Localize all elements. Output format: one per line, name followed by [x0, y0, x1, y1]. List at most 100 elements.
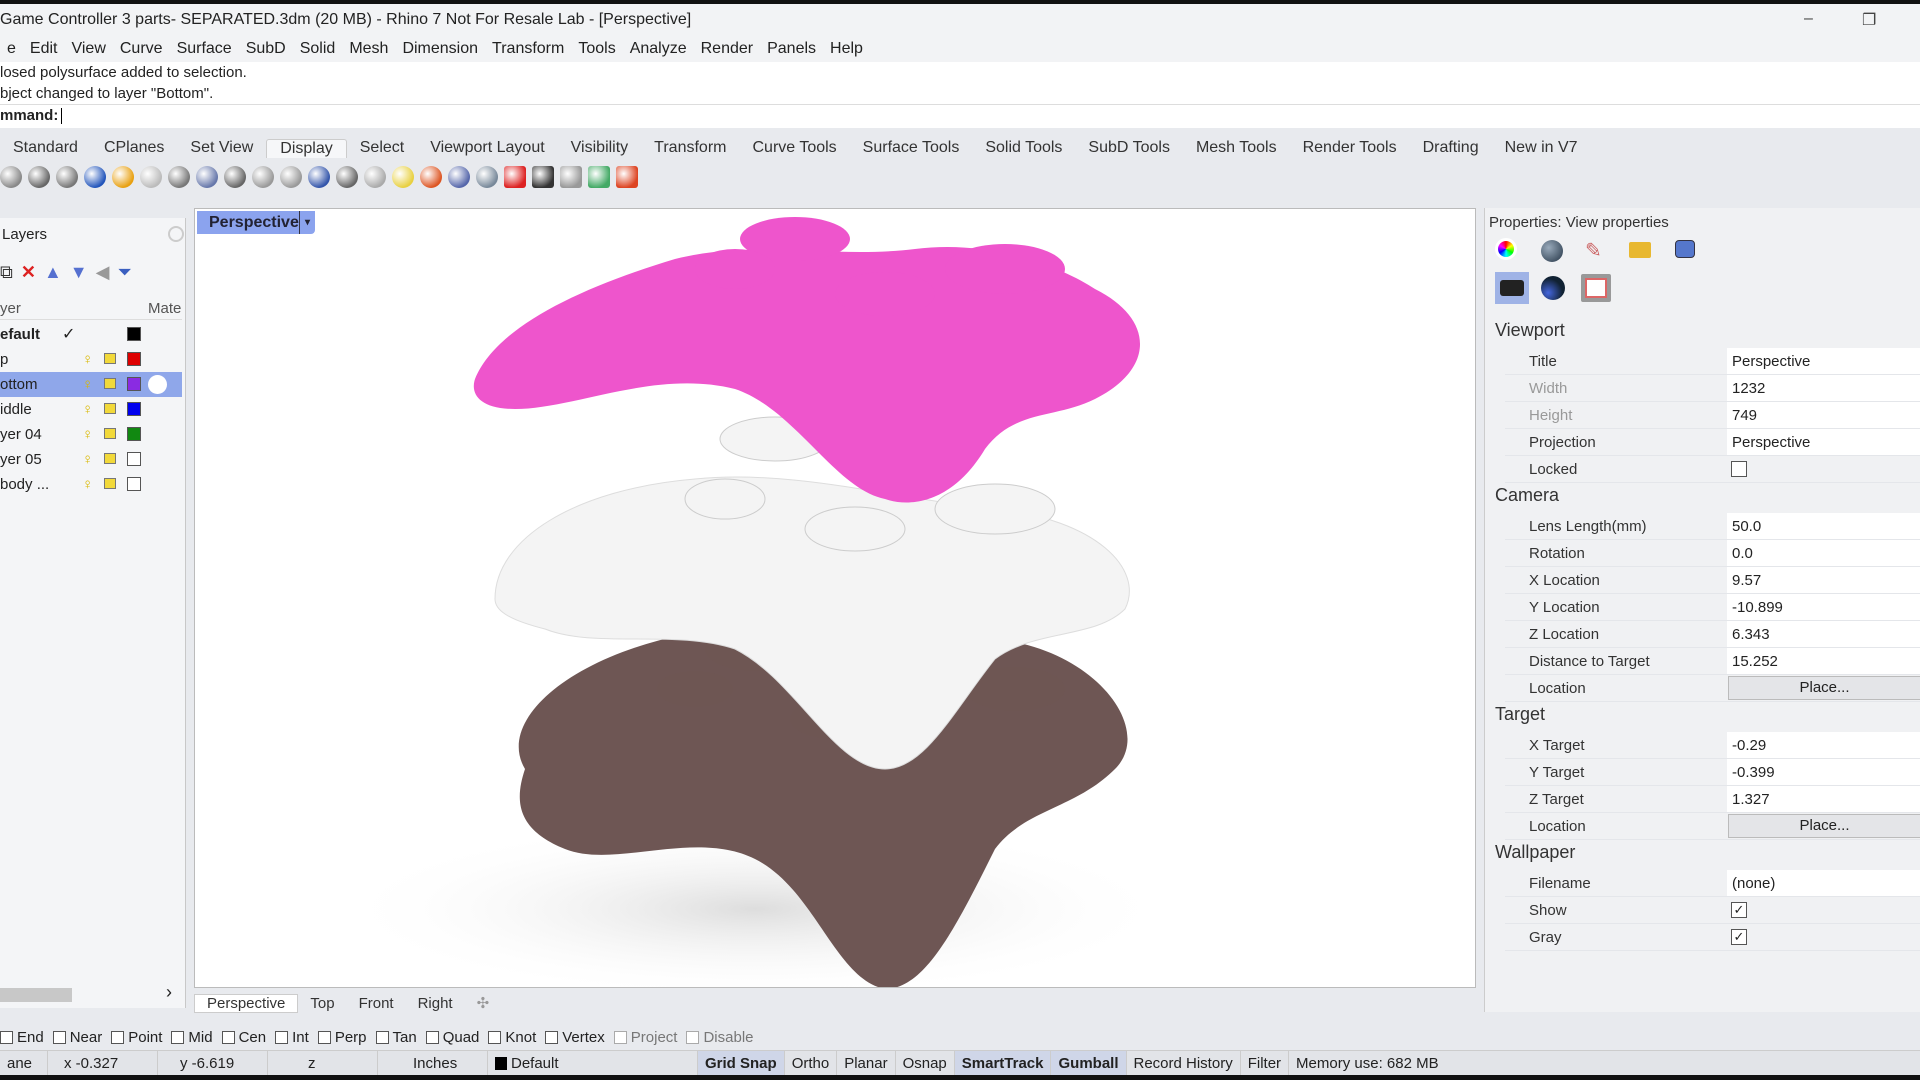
camera-icon[interactable]	[476, 166, 498, 188]
osnap-quad[interactable]: Quad	[425, 1029, 479, 1046]
mouse-icon[interactable]	[224, 166, 246, 188]
lightbulb-icon[interactable]: ♀	[82, 422, 93, 447]
material-swatch[interactable]	[148, 375, 167, 394]
toolbar-tab[interactable]: New in V7	[1492, 139, 1591, 157]
checkbox[interactable]	[0, 1030, 13, 1044]
checkbox[interactable]	[52, 1030, 66, 1044]
viewport-dropdown-icon[interactable]: ▾	[299, 211, 315, 234]
layer-color-swatch[interactable]	[127, 427, 141, 441]
lightbulb-icon[interactable]: ♀	[82, 347, 93, 372]
menu-item[interactable]: Help	[823, 40, 870, 58]
wallpaper-icon[interactable]	[1581, 274, 1611, 302]
color-grid-icon[interactable]	[616, 166, 638, 188]
sphere-icon[interactable]	[364, 166, 386, 188]
material-column-header[interactable]: Mate	[148, 300, 181, 317]
property-value[interactable]: 15.252	[1727, 648, 1920, 674]
object-snap-icon[interactable]	[1541, 276, 1565, 300]
toggle-osnap[interactable]: Osnap	[896, 1050, 955, 1076]
toolbar-tab[interactable]: Visibility	[558, 139, 642, 157]
menu-item[interactable]: Render	[694, 40, 760, 58]
menu-item[interactable]: Panels	[760, 40, 823, 58]
minimize-button[interactable]: –	[1804, 10, 1813, 28]
objects-icon[interactable]	[588, 166, 610, 188]
layer-color-swatch[interactable]	[127, 377, 141, 391]
checkbox[interactable]	[425, 1030, 439, 1044]
property-value[interactable]: (none)	[1727, 870, 1920, 896]
gear-icon[interactable]	[168, 226, 184, 242]
bulb-icon[interactable]	[392, 166, 414, 188]
property-value[interactable]: 1.327	[1727, 786, 1920, 812]
lock-icon[interactable]	[104, 428, 116, 439]
layer-color-swatch[interactable]	[127, 452, 141, 466]
top-controller[interactable]	[473, 217, 1140, 503]
property-value[interactable]: Perspective	[1727, 348, 1920, 374]
cplane-label[interactable]: ane	[0, 1050, 48, 1076]
layer-column-header[interactable]: yer	[0, 300, 21, 317]
lightbulb-icon[interactable]: ♀	[82, 472, 93, 497]
toolbar-tab[interactable]: Solid Tools	[972, 139, 1075, 157]
osnap-point[interactable]: Point	[111, 1029, 162, 1046]
osnap-disable[interactable]: Disable	[686, 1029, 754, 1046]
command-line[interactable]: mmand:	[0, 104, 1920, 128]
osnap-cen[interactable]: Cen	[221, 1029, 266, 1046]
menu-item[interactable]: Curve	[113, 40, 170, 58]
toolbar-tab[interactable]: Display	[266, 138, 347, 158]
osnap-perp[interactable]: Perp	[317, 1029, 367, 1046]
gray-checkbox[interactable]: ✓	[1731, 929, 1747, 945]
menu-item[interactable]: SubD	[239, 40, 293, 58]
locked-checkbox[interactable]	[1731, 461, 1747, 477]
checkbox[interactable]	[317, 1030, 331, 1044]
layers-tab[interactable]: Layers	[2, 226, 47, 243]
toggle-smarttrack[interactable]: SmartTrack	[954, 1050, 1052, 1076]
arctic-icon[interactable]	[112, 166, 134, 188]
toolbar-tab[interactable]: Standard	[0, 139, 91, 157]
osnap-int[interactable]: Int	[275, 1029, 309, 1046]
camera-icon[interactable]	[1495, 272, 1529, 304]
menu-item[interactable]: Analyze	[623, 40, 694, 58]
sun-icon[interactable]	[336, 166, 358, 188]
menu-item[interactable]: Mesh	[342, 40, 395, 58]
property-value[interactable]: -0.399	[1727, 759, 1920, 785]
menu-item[interactable]: Transform	[485, 40, 571, 58]
checkbox[interactable]	[221, 1030, 235, 1044]
osnap-project[interactable]: Project	[613, 1029, 677, 1046]
shaded-icon[interactable]	[0, 166, 22, 188]
ghosted-icon[interactable]	[28, 166, 50, 188]
toggle-ortho[interactable]: Ortho	[785, 1050, 838, 1076]
xray-icon[interactable]	[56, 166, 78, 188]
color-wheel-icon[interactable]	[1495, 238, 1517, 260]
layer-row[interactable]: efault ✓	[0, 322, 182, 347]
osnap-knot[interactable]: Knot	[488, 1029, 536, 1046]
current-layer[interactable]: Default	[488, 1050, 698, 1076]
toggle-grid-snap[interactable]: Grid Snap	[698, 1050, 785, 1076]
viewport-tab-right[interactable]: Right	[406, 995, 465, 1012]
layer-row[interactable]: ottom ♀	[0, 372, 182, 397]
toolbar-tab[interactable]: SubD Tools	[1075, 139, 1183, 157]
checkbox[interactable]	[545, 1030, 559, 1044]
toolbar-tab[interactable]: Curve Tools	[739, 139, 849, 157]
osnap-tan[interactable]: Tan	[375, 1029, 417, 1046]
viewport-tab-perspective[interactable]: Perspective	[194, 993, 299, 1013]
menu-item[interactable]: Surface	[170, 40, 239, 58]
menu-item[interactable]: Edit	[23, 40, 65, 58]
back-icon[interactable]: ◀	[96, 262, 110, 283]
checkbox[interactable]	[375, 1030, 389, 1044]
osnap-mid[interactable]: Mid	[171, 1029, 213, 1046]
checkbox[interactable]	[613, 1030, 627, 1044]
toolbar-tab[interactable]: Set View	[177, 139, 266, 157]
toolbar-tab[interactable]: Surface Tools	[850, 139, 973, 157]
units[interactable]: Inches	[378, 1050, 488, 1076]
checkbox[interactable]	[171, 1030, 185, 1044]
layer-color-swatch[interactable]	[127, 402, 141, 416]
property-value[interactable]: Perspective	[1727, 429, 1920, 455]
layer-row[interactable]: p ♀	[0, 347, 182, 372]
menu-item[interactable]: e	[0, 40, 23, 58]
monitor-icon[interactable]	[532, 166, 554, 188]
curve-analysis-icon[interactable]	[420, 166, 442, 188]
lock-icon[interactable]	[104, 353, 116, 364]
lock-icon[interactable]	[104, 378, 116, 389]
layer-color-swatch[interactable]	[127, 477, 141, 491]
toolbar-tab[interactable]: Viewport Layout	[417, 139, 557, 157]
toolbar-tab[interactable]: Render Tools	[1290, 139, 1410, 157]
move-up-icon[interactable]: ▲	[44, 262, 62, 283]
